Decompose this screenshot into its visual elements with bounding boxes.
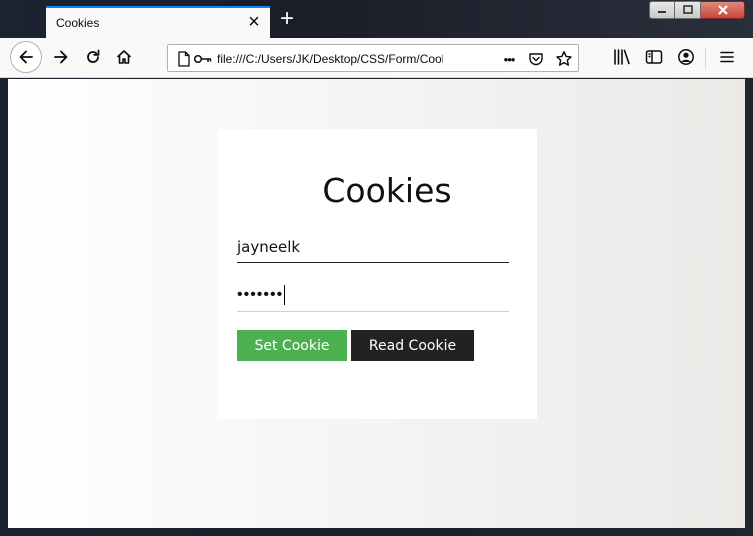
sidebar-icon[interactable]	[642, 45, 666, 69]
form-title: Cookies	[322, 171, 452, 210]
forward-arrow-icon	[54, 50, 68, 64]
username-input[interactable]: jayneelk	[237, 231, 509, 263]
tab-cookies[interactable]: Cookies ×	[46, 6, 270, 38]
page-actions-icon[interactable]: •••	[499, 49, 519, 69]
set-cookie-button[interactable]: Set Cookie	[237, 330, 347, 361]
tab-close-icon[interactable]: ×	[244, 12, 264, 32]
title-bar: Cookies × +	[0, 0, 753, 38]
restore-icon	[682, 5, 693, 14]
reload-icon	[87, 49, 100, 63]
key-icon[interactable]	[193, 49, 213, 69]
account-icon[interactable]	[674, 45, 698, 69]
library-icon[interactable]	[610, 45, 634, 69]
new-tab-button[interactable]: +	[276, 7, 298, 31]
home-icon	[116, 50, 132, 64]
back-button[interactable]	[10, 41, 42, 73]
navigation-toolbar: file:///C:/Users/JK/Desktop/CSS/Form/Coo…	[0, 38, 753, 78]
pocket-icon[interactable]	[526, 49, 546, 69]
username-value: jayneelk	[237, 238, 301, 256]
page-icon	[174, 49, 194, 69]
close-window-icon	[717, 5, 728, 15]
password-value: •••••••	[237, 285, 286, 305]
window-controls	[649, 1, 745, 19]
url-text[interactable]: file:///C:/Users/JK/Desktop/CSS/Form/Coo…	[217, 52, 443, 66]
minimize-icon	[658, 11, 666, 13]
password-input[interactable]: •••••••	[237, 280, 509, 312]
read-cookie-button[interactable]: Read Cookie	[351, 330, 474, 361]
url-bar[interactable]: file:///C:/Users/JK/Desktop/CSS/Form/Coo…	[167, 44, 579, 72]
forward-button[interactable]	[46, 42, 76, 72]
star-icon[interactable]	[554, 49, 574, 69]
minimize-button[interactable]	[649, 1, 675, 19]
cookie-form-card: Cookies jayneelk ••••••• Set Cookie Read…	[217, 129, 537, 419]
hamburger-menu-icon[interactable]	[715, 45, 739, 69]
page-content: Cookies jayneelk ••••••• Set Cookie Read…	[8, 79, 745, 528]
tab-title: Cookies	[56, 16, 100, 30]
reload-button[interactable]	[78, 42, 108, 72]
browser-window: Cookies × + file:///C:/Users/JK/Desktop/…	[0, 0, 753, 536]
back-arrow-icon	[19, 50, 33, 64]
home-button[interactable]	[109, 42, 139, 72]
close-window-button[interactable]	[701, 1, 745, 19]
maximize-button[interactable]	[675, 1, 701, 19]
toolbar-separator	[705, 47, 706, 69]
text-caret	[284, 285, 286, 305]
